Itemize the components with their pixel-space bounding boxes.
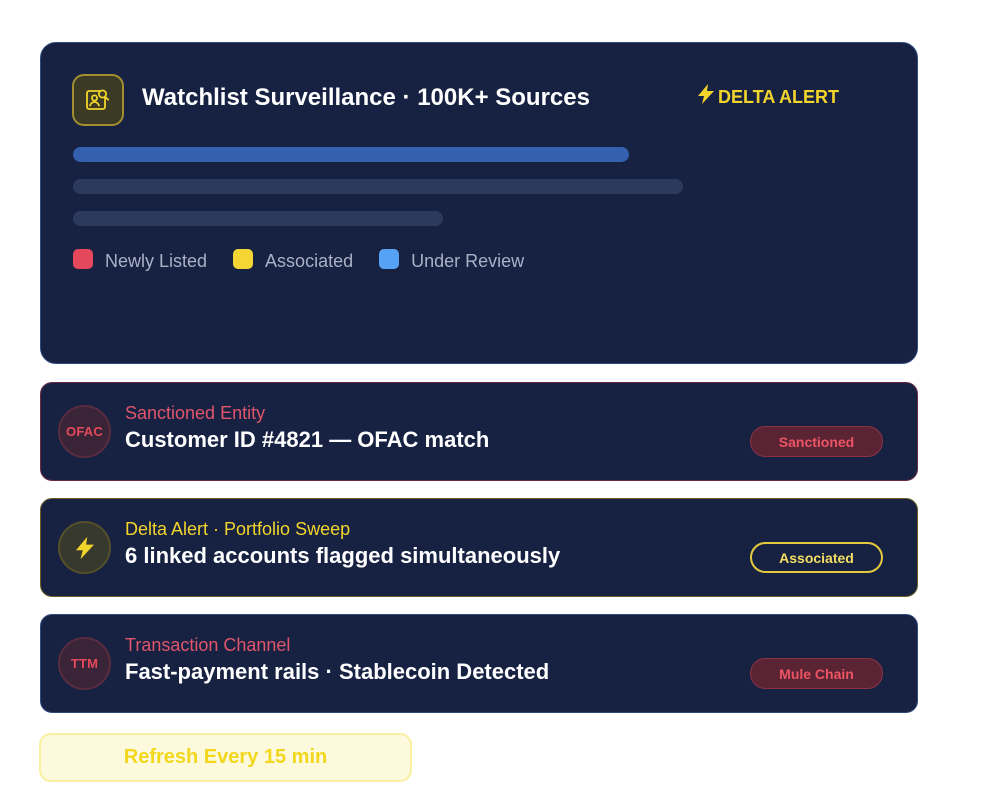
alert-category: Delta Alert · Portfolio Sweep bbox=[125, 519, 351, 539]
watchlist-surveillance-card: Watchlist Surveillance · 100K+ Sources D… bbox=[40, 42, 918, 364]
alert-card-sanctioned-entity[interactable]: OFAC Sanctioned Entity Customer ID #4821… bbox=[40, 382, 918, 481]
progress-bar-secondary bbox=[73, 179, 683, 194]
progress-bar-primary bbox=[73, 147, 629, 162]
alert-description: Fast-payment rails · Stablecoin Detected bbox=[125, 659, 550, 684]
alert-category: Sanctioned Entity bbox=[125, 403, 266, 423]
alert-description: Customer ID #4821 — OFAC match bbox=[125, 427, 490, 452]
legend-label: Newly Listed bbox=[105, 251, 208, 271]
alert-description: 6 linked accounts flagged simultaneously bbox=[125, 543, 561, 568]
legend-swatch-blue bbox=[379, 249, 400, 269]
delta-alert-label: DELTA ALERT bbox=[718, 87, 839, 107]
progress-bar-tertiary bbox=[73, 211, 443, 226]
ttm-badge: TTM bbox=[58, 637, 111, 690]
legend: Newly Listed Associated Under Review bbox=[73, 249, 550, 273]
refresh-button[interactable]: Refresh Every 15 min bbox=[39, 733, 412, 782]
lightning-bolt-icon bbox=[698, 84, 714, 110]
legend-label: Under Review bbox=[411, 251, 525, 271]
alert-category: Transaction Channel bbox=[125, 635, 291, 655]
page-title: Watchlist Surveillance · 100K+ Sources bbox=[142, 84, 590, 111]
mule-chain-status-pill[interactable]: Mule Chain bbox=[750, 658, 883, 689]
legend-swatch-yellow bbox=[233, 249, 254, 269]
ofac-badge: OFAC bbox=[58, 405, 111, 458]
sanctioned-status-pill[interactable]: Sanctioned bbox=[750, 426, 883, 457]
lightning-bolt-icon bbox=[58, 521, 111, 574]
legend-label: Associated bbox=[265, 251, 354, 271]
legend-item-associated: Associated bbox=[233, 249, 353, 273]
legend-item-newly-listed: Newly Listed bbox=[73, 249, 207, 273]
delta-alert-indicator[interactable]: DELTA ALERT bbox=[698, 84, 839, 110]
legend-item-under-review: Under Review bbox=[379, 249, 524, 273]
legend-swatch-red bbox=[73, 249, 93, 269]
alert-card-transaction-channel[interactable]: TTM Transaction Channel Fast-payment rai… bbox=[40, 614, 918, 713]
alert-card-delta-alert[interactable]: Delta Alert · Portfolio Sweep 6 linked a… bbox=[40, 498, 918, 597]
associated-status-pill[interactable]: Associated bbox=[750, 542, 883, 573]
user-search-icon[interactable] bbox=[72, 74, 124, 126]
